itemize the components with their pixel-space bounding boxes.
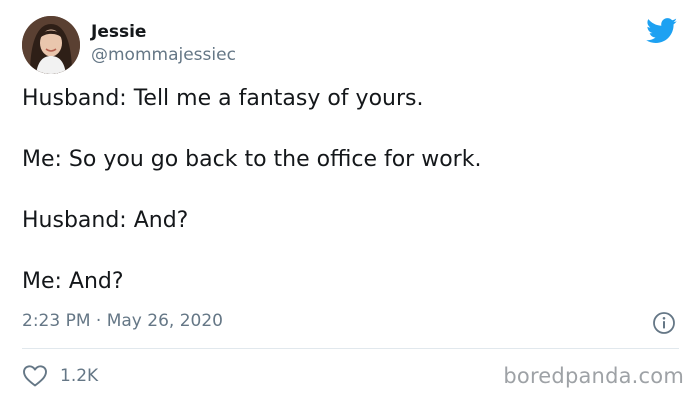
author-handle[interactable]: @mommajessiec	[91, 45, 236, 65]
heart-icon[interactable]	[22, 364, 48, 388]
profile-photo-icon	[22, 16, 80, 74]
avatar[interactable]	[22, 16, 80, 74]
tweet-line: Husband: Tell me a fantasy of yours.	[22, 86, 424, 111]
tweet-card: Jessie @mommajessiec Husband: Tell me a …	[0, 0, 700, 402]
divider	[22, 348, 679, 349]
tweet-line: Me: And?	[22, 269, 124, 294]
info-icon[interactable]	[652, 311, 676, 335]
tweet-line: Husband: And?	[22, 208, 189, 233]
like-count[interactable]: 1.2K	[60, 366, 98, 386]
watermark: boredpanda.com	[503, 364, 684, 388]
author-name[interactable]: Jessie	[91, 22, 146, 42]
tweet-line: Me: So you go back to the office for wor…	[22, 147, 482, 172]
tweet-timestamp[interactable]: 2:23 PM · May 26, 2020	[22, 311, 223, 331]
twitter-bird-icon[interactable]	[646, 18, 678, 44]
tweet-text: Husband: Tell me a fantasy of yours. Me:…	[22, 84, 682, 328]
